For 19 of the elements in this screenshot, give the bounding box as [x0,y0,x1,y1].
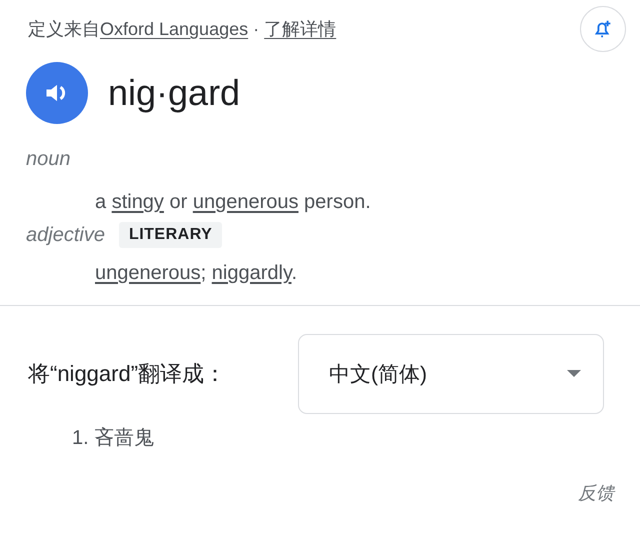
source-link[interactable]: Oxford Languages [100,19,248,39]
translate-label: 将“niggard”翻译成： [28,360,226,388]
learn-more-link[interactable]: 了解详情 [264,19,336,39]
caret-icon [567,370,581,378]
word-link[interactable]: stingy [112,191,164,213]
part-of-speech: adjective [26,224,105,246]
source-attribution: 定义来自Oxford Languages · 了解详情 [28,18,336,41]
language-select[interactable]: 中文(简体) [298,334,604,414]
feedback-link[interactable]: 反馈 [578,483,614,503]
part-of-speech: noun [26,148,70,171]
headword: nig·gard [108,72,240,114]
translation-result: 1. 吝啬鬼 [71,426,156,451]
definition: ungenerous; niggardly. [94,261,298,285]
word-link[interactable]: ungenerous [192,191,298,213]
notification-add-button[interactable] [580,6,626,52]
word-link[interactable]: ungenerous [95,262,201,284]
word-link[interactable]: niggardly [212,262,292,284]
definition: a stingy or ungenerous person. [94,190,372,214]
register-tag: LITERARY [118,222,222,248]
